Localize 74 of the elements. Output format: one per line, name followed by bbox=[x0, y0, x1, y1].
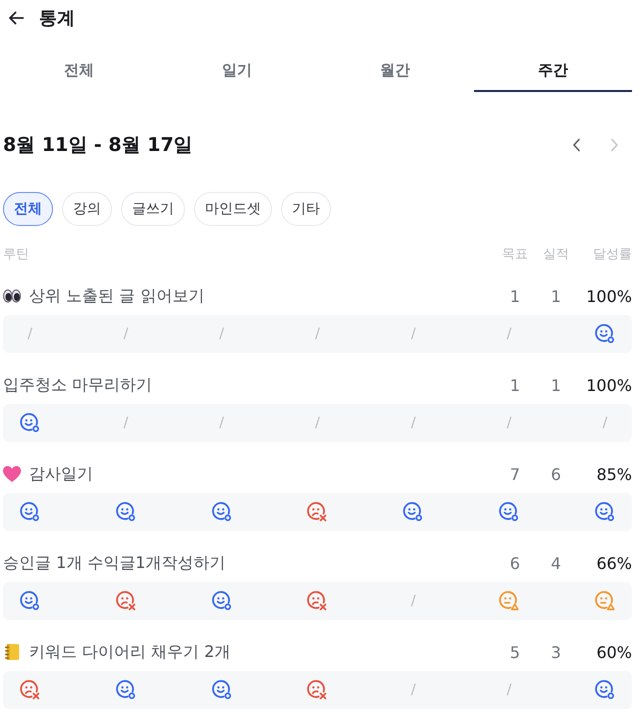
smiling-face-icon bbox=[210, 679, 233, 701]
smiling-face-icon bbox=[19, 590, 41, 612]
sad-face-icon bbox=[306, 501, 328, 523]
column-header: 실적 bbox=[542, 246, 570, 263]
empty-day-mark: / bbox=[123, 326, 128, 342]
filter-chip[interactable]: 전체 bbox=[3, 192, 53, 226]
tab[interactable]: 월간 bbox=[316, 50, 474, 92]
empty-day-mark: / bbox=[219, 326, 224, 342]
actual-count: 4 bbox=[550, 554, 562, 572]
back-arrow-icon[interactable] bbox=[8, 10, 24, 26]
eyes-icon bbox=[3, 288, 21, 304]
neutral-face-icon bbox=[594, 590, 616, 612]
routine-name: 감사일기 bbox=[29, 464, 93, 484]
achievement-rate: 66% bbox=[595, 554, 632, 572]
achievement-rate: 60% bbox=[595, 642, 632, 662]
empty-day-mark: / bbox=[602, 415, 608, 431]
column-header: 루틴 bbox=[3, 246, 30, 263]
sad-face-icon bbox=[306, 590, 328, 612]
target-count: 1 bbox=[508, 286, 522, 306]
empty-day-mark: / bbox=[506, 415, 512, 431]
date-range: 8월 11일 - 8월 17일 bbox=[3, 133, 193, 158]
smiling-face-icon bbox=[19, 501, 41, 523]
empty-day-mark: / bbox=[219, 415, 224, 431]
smiling-face-icon bbox=[498, 501, 520, 523]
empty-day-mark: / bbox=[315, 415, 320, 431]
empty-day-mark: / bbox=[410, 682, 416, 698]
filter-chip[interactable]: 글쓰기 bbox=[121, 192, 185, 226]
smiling-face-icon bbox=[210, 590, 233, 612]
empty-day-mark: / bbox=[410, 326, 416, 342]
target-count: 6 bbox=[508, 554, 522, 572]
actual-count: 6 bbox=[550, 464, 562, 484]
routine-name: 입주청소 마무리하기 bbox=[3, 374, 152, 396]
tab[interactable]: 일기 bbox=[158, 50, 316, 92]
smiling-face-icon bbox=[594, 679, 616, 701]
tab[interactable]: 전체 bbox=[0, 50, 158, 92]
empty-day-mark: / bbox=[410, 593, 416, 609]
actual-count: 1 bbox=[550, 376, 562, 394]
filter-chip[interactable]: 마인드셋 bbox=[194, 192, 272, 226]
smiling-face-icon bbox=[114, 679, 137, 701]
routine-name: 키워드 다이어리 채우기 2개 bbox=[29, 642, 230, 662]
filter-chip[interactable]: 강의 bbox=[62, 192, 112, 226]
smiling-face-icon bbox=[114, 501, 137, 523]
achievement-rate: 100% bbox=[585, 286, 632, 306]
filter-chip[interactable]: 기타 bbox=[281, 192, 331, 226]
target-count: 7 bbox=[508, 464, 522, 484]
empty-day-mark: / bbox=[506, 326, 512, 342]
column-header: 달성률 bbox=[592, 246, 632, 263]
target-count: 1 bbox=[508, 376, 522, 394]
empty-day-mark: / bbox=[410, 415, 416, 431]
smiling-face-icon bbox=[402, 501, 424, 523]
sad-face-icon bbox=[114, 590, 137, 612]
empty-day-mark: / bbox=[123, 415, 128, 431]
sad-face-icon bbox=[19, 679, 41, 701]
smiling-face-icon bbox=[19, 412, 41, 434]
page-title: 통계 bbox=[39, 7, 75, 30]
smiling-face-icon bbox=[594, 323, 616, 345]
achievement-rate: 100% bbox=[585, 376, 632, 394]
actual-count: 3 bbox=[550, 642, 562, 662]
actual-count: 1 bbox=[550, 286, 562, 306]
target-count: 5 bbox=[508, 642, 522, 662]
tab[interactable]: 주간 bbox=[474, 50, 632, 92]
empty-day-mark: / bbox=[315, 326, 320, 342]
smiling-face-icon bbox=[594, 501, 616, 523]
routine-name: 승인글 1개 수익글1개작성하기 bbox=[3, 552, 226, 574]
empty-day-mark: / bbox=[506, 682, 512, 698]
empty-day-mark: / bbox=[28, 326, 32, 342]
notebook-icon bbox=[3, 644, 21, 660]
column-header: 목표 bbox=[501, 246, 529, 263]
heart-icon bbox=[3, 466, 21, 482]
achievement-rate: 85% bbox=[595, 464, 632, 484]
routine-name: 상위 노출된 글 읽어보기 bbox=[29, 286, 204, 306]
smiling-face-icon bbox=[210, 501, 233, 523]
sad-face-icon bbox=[306, 679, 328, 701]
neutral-face-icon bbox=[498, 590, 520, 612]
